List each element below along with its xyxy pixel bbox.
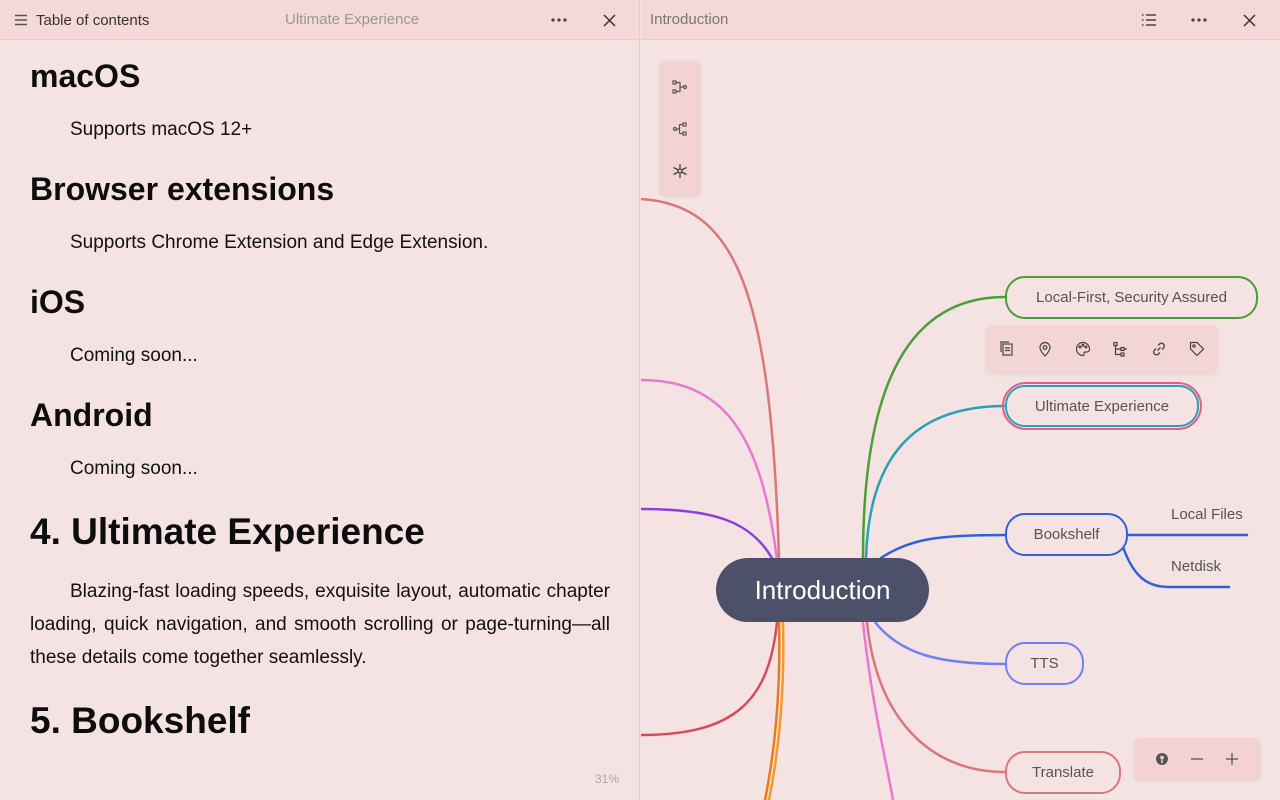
heading-ultimate-experience: 4. Ultimate Experience xyxy=(30,511,425,552)
logical-structure-icon xyxy=(672,80,688,94)
zoom-out-button[interactable] xyxy=(1185,747,1209,771)
layout-panel xyxy=(660,61,700,195)
menu-icon xyxy=(15,14,27,26)
node-local-files[interactable]: Local Files xyxy=(1171,506,1243,523)
copy-button[interactable] xyxy=(995,337,1019,361)
heading-bookshelf: 5. Bookshelf xyxy=(30,700,250,741)
radial-icon xyxy=(673,164,687,178)
zoom-out-icon xyxy=(1191,758,1203,760)
paragraph-android: Coming soon... xyxy=(70,458,198,479)
node-toolbar xyxy=(987,326,1217,372)
palette-icon xyxy=(1075,341,1091,357)
paragraph-ios: Coming soon... xyxy=(70,345,198,366)
paragraph-browser-extensions: Supports Chrome Extension and Edge Exten… xyxy=(70,232,489,253)
mindmap-pane: Introduction Introduction Local-First, S… xyxy=(641,0,1280,800)
structure-button[interactable] xyxy=(1109,337,1133,361)
reader-header: Table of contents Ultimate Experience xyxy=(0,0,639,40)
branch-line-local-first xyxy=(861,295,1007,560)
palette-button[interactable] xyxy=(1071,337,1095,361)
branch-line-tts xyxy=(873,620,1007,666)
mindmap-root-node[interactable]: Introduction xyxy=(716,558,929,622)
node-tts[interactable]: TTS xyxy=(1005,642,1084,685)
zoom-in-icon xyxy=(1226,753,1238,765)
node-translate[interactable]: Translate xyxy=(1005,751,1121,794)
link-button[interactable] xyxy=(1147,337,1171,361)
branch-line-bookshelf xyxy=(879,533,1007,560)
heading-ios: iOS xyxy=(30,284,86,320)
table-of-contents-button[interactable]: Table of contents xyxy=(14,8,149,32)
reader-pane: Table of contents Ultimate Experience ma… xyxy=(0,0,640,800)
branch-line-left-pink xyxy=(641,378,779,562)
paragraph-ultimate-experience: Blazing-fast loading speeds, exquisite l… xyxy=(30,581,610,668)
tag-icon xyxy=(1189,341,1205,357)
radial-layout-button[interactable] xyxy=(668,159,692,183)
close-button[interactable] xyxy=(595,6,623,34)
node-bookshelf[interactable]: Bookshelf xyxy=(1005,513,1128,556)
copy-icon xyxy=(1000,341,1013,356)
locate-icon xyxy=(1156,753,1168,765)
branch-line-pink-down xyxy=(861,620,895,800)
node-local-first[interactable]: Local-First, Security Assured xyxy=(1005,276,1258,319)
branch-line-left-purple xyxy=(641,507,775,562)
tag-button[interactable] xyxy=(1185,337,1209,361)
branch-line-left-crimson xyxy=(641,620,779,737)
reading-progress: 31% xyxy=(594,772,619,786)
location-button[interactable] xyxy=(1033,337,1057,361)
link-icon xyxy=(1153,342,1165,356)
paragraph-macos: Supports macOS 12+ xyxy=(70,119,253,140)
heading-android: Android xyxy=(30,397,153,433)
more-button[interactable] xyxy=(545,6,573,34)
heading-browser-extensions: Browser extensions xyxy=(30,171,335,207)
heading-macos: macOS xyxy=(30,58,141,94)
branch-line-left-red xyxy=(641,197,781,562)
logical-structure-button[interactable] xyxy=(668,75,692,99)
zoom-panel xyxy=(1135,738,1260,780)
mind-map-icon xyxy=(672,122,687,136)
branch-line-translate xyxy=(865,620,1007,774)
structure-icon xyxy=(1113,341,1127,357)
close-icon xyxy=(602,13,616,27)
mind-map-layout-button[interactable] xyxy=(668,117,692,141)
more-icon xyxy=(551,18,567,22)
location-icon xyxy=(1039,341,1051,357)
node-netdisk[interactable]: Netdisk xyxy=(1171,558,1221,575)
locate-button[interactable] xyxy=(1150,747,1174,771)
node-ultimate-experience[interactable]: Ultimate Experience xyxy=(1005,385,1199,427)
chapter-title: Ultimate Experience xyxy=(285,11,420,28)
table-of-contents-label: Table of contents xyxy=(36,11,150,29)
zoom-in-button[interactable] xyxy=(1220,747,1244,771)
